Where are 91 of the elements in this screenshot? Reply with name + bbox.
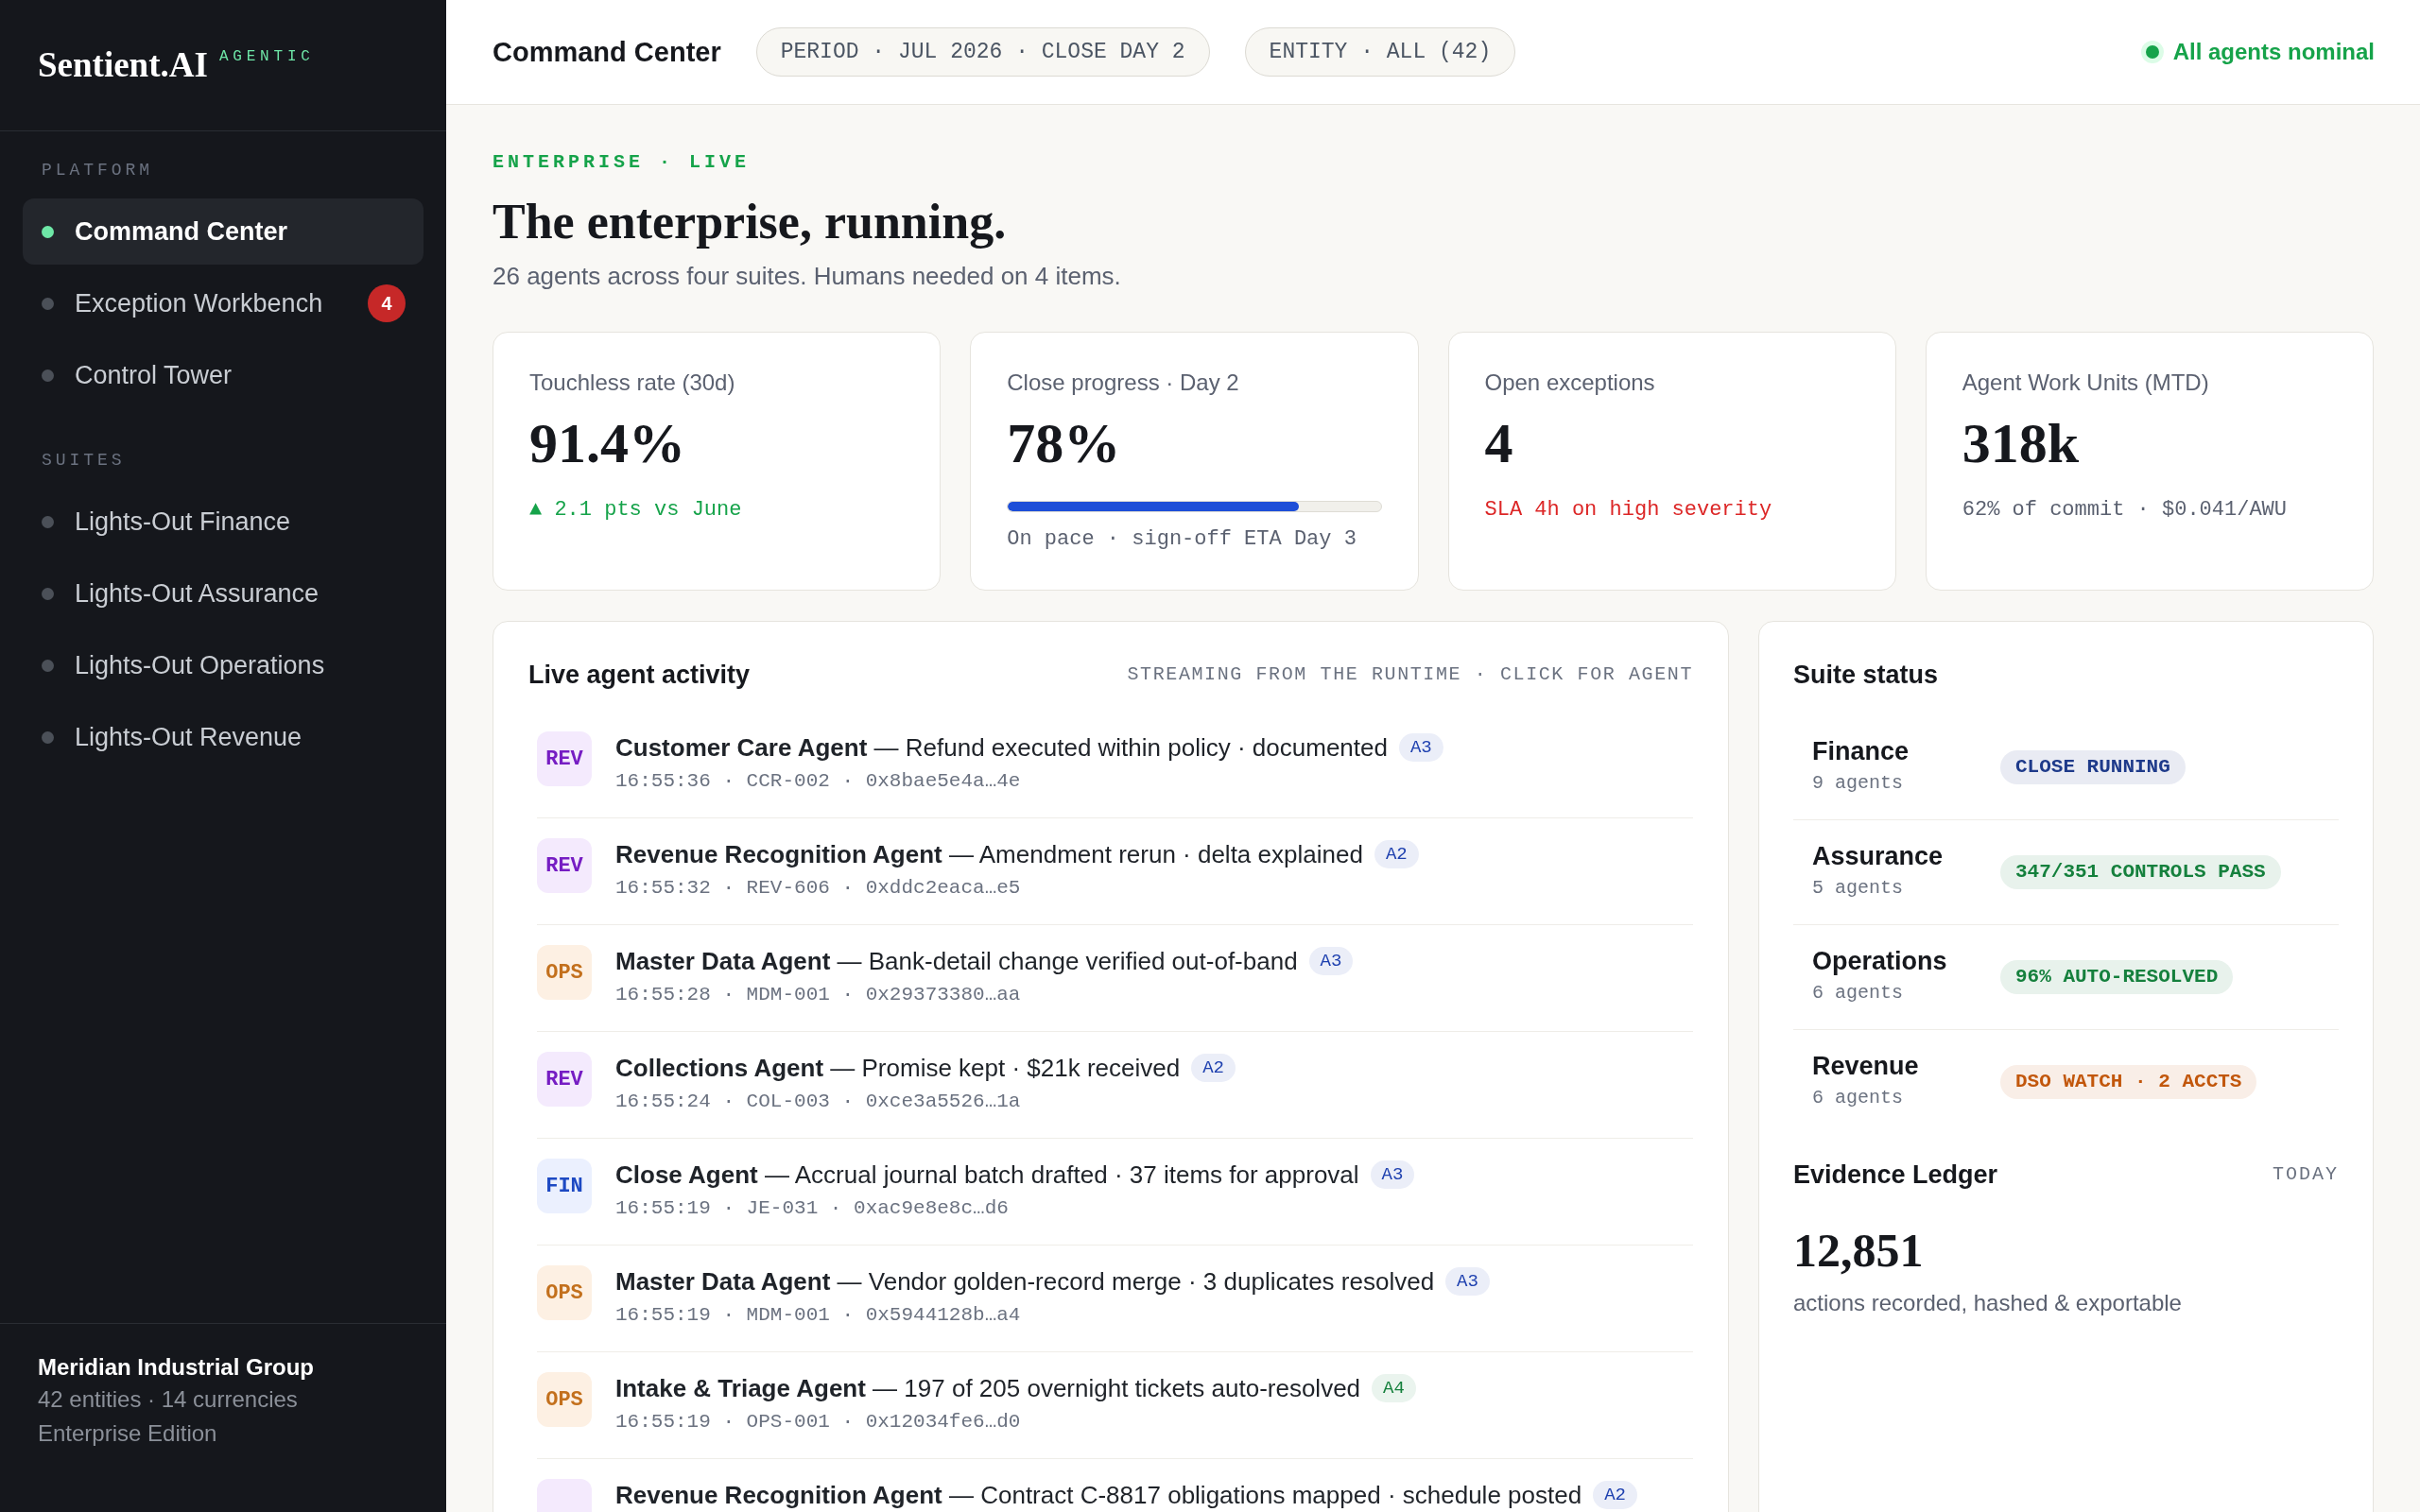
- activity-meta: 16:55:32 · REV-606 · 0xddc2eaca…e5: [615, 876, 1021, 901]
- kpi-label: Agent Work Units (MTD): [1962, 369, 2209, 397]
- activity-text: Master Data Agent — Vendor golden-record merge · 3 duplicates resolved: [615, 1266, 1435, 1297]
- activity-text: Collections Agent — Promise kept · $21k received: [615, 1053, 1181, 1084]
- suite-tag: OPS: [537, 1265, 592, 1320]
- autonomy-badge: A4: [1372, 1374, 1416, 1402]
- ledger-caption: actions recorded, hashed & exportable: [1793, 1289, 2182, 1317]
- nav-item[interactable]: Command Center: [23, 198, 424, 265]
- bullet-dot-icon: [42, 587, 54, 600]
- activity-meta: 16:55:19 · OPS-001 · 0x12034fe6…d0: [615, 1410, 1021, 1435]
- activity-meta: 16:55:36 · CCR-002 · 0x8bae5e4a…4e: [615, 769, 1021, 794]
- status-pill: 347/351 CONTROLS PASS: [2000, 854, 2281, 889]
- kpi-note: 62% of commit · $0.041/AWU: [1962, 497, 2287, 524]
- autonomy-badge: A3: [1398, 733, 1443, 762]
- suite-tag: REV: [537, 731, 592, 786]
- kpi-value: 318k: [1962, 415, 2080, 472]
- kpi-note: ▲ 2.1 pts vs June: [529, 497, 742, 524]
- page-title: Command Center: [493, 36, 721, 69]
- kpi-value: 91.4%: [529, 415, 685, 472]
- activity-meta: 16:55:19 · JE-031 · 0xac9e8e8c…d6: [615, 1196, 1009, 1221]
- kpi-note: SLA 4h on high severity: [1484, 497, 1772, 524]
- activity-text: Intake & Triage Agent — 197 of 205 overnight tickets auto-resolved: [615, 1373, 1361, 1404]
- kpi-note: On pace · sign-off ETA Day 3: [1007, 526, 1357, 553]
- kpi-value: 78%: [1007, 415, 1121, 472]
- agent-count: 6 agents: [1812, 1086, 1903, 1110]
- status-text: All agents nominal: [2172, 38, 2375, 66]
- kpi-label: Close progress · Day 2: [1007, 369, 1239, 397]
- autonomy-badge: A2: [1374, 840, 1419, 868]
- suite-name: Revenue: [1812, 1051, 1919, 1082]
- autonomy-badge: A3: [1308, 947, 1354, 975]
- nav-item[interactable]: Lights-Out Revenue: [23, 704, 424, 770]
- activity-text: Revenue Recognition Agent — Contract C-8817 obligations mapped · schedule posted: [615, 1480, 1582, 1511]
- nav-item[interactable]: Control Tower: [23, 342, 424, 408]
- status-pill: DSO WATCH · 2 ACCTS: [2000, 1064, 2257, 1099]
- org-details: 42 entities · 14 currencies: [38, 1385, 298, 1414]
- activity-text: Master Data Agent — Bank-detail change verified out-of-band: [615, 946, 1298, 977]
- activity-text: Close Agent — Accrual journal batch drafted · 37 items for approval: [615, 1160, 1359, 1191]
- bullet-dot-icon: [42, 730, 54, 744]
- suite-tag: REV: [537, 838, 592, 893]
- ledger-period: TODAY: [2273, 1162, 2339, 1187]
- nav-item[interactable]: Lights-Out Assurance: [23, 560, 424, 627]
- nav-item[interactable]: Exception Workbench 4: [23, 270, 424, 336]
- bullet-dot-icon: [42, 297, 54, 310]
- status-pill: 96% AUTO-RESOLVED: [2000, 959, 2234, 994]
- suite-tag: REV: [537, 1052, 592, 1107]
- activity-meta: 16:55:24 · COL-003 · 0xce3a5526…1a: [615, 1090, 1021, 1114]
- suite-tag: OPS: [537, 1372, 592, 1427]
- brand-name: Sentient.AI: [38, 44, 208, 86]
- kpi-label: Open exceptions: [1484, 369, 1655, 397]
- nav-item[interactable]: Lights-Out Operations: [23, 632, 424, 698]
- filter-chip[interactable]: ENTITY · ALL (42): [1244, 27, 1516, 77]
- nav-item[interactable]: Lights-Out Finance: [23, 489, 424, 555]
- org-edition: Enterprise Edition: [38, 1419, 217, 1448]
- agent-count: 5 agents: [1812, 876, 1903, 901]
- filter-chip[interactable]: PERIOD · JUL 2026 · CLOSE DAY 2: [755, 27, 1210, 77]
- activity-meta: 16:55:28 · MDM-001 · 0x29373380…aa: [615, 983, 1021, 1007]
- status-dot-icon: [2140, 41, 2164, 63]
- bullet-dot-icon: [42, 515, 54, 528]
- autonomy-badge: A3: [1445, 1267, 1490, 1296]
- suite-tag: FIN: [537, 1159, 592, 1213]
- ledger-title: Evidence Ledger: [1793, 1160, 1998, 1191]
- panel-title: Suite status: [1793, 660, 1939, 691]
- suite-tag: OPS: [537, 945, 592, 1000]
- bullet-dot-icon: [42, 369, 54, 382]
- panel-caption: STREAMING FROM THE RUNTIME · CLICK FOR AGENT: [1127, 662, 1693, 687]
- kpi-label: Touchless rate (30d): [529, 369, 735, 397]
- bullet-dot-icon: [42, 659, 54, 672]
- panel-title: Live agent activity: [528, 660, 751, 691]
- autonomy-badge: A3: [1370, 1160, 1415, 1189]
- bullet-dot-icon: [42, 225, 54, 238]
- kpi-value: 4: [1484, 415, 1513, 472]
- suite-name: Finance: [1812, 736, 1910, 767]
- page-heading: The enterprise, running.: [493, 194, 1007, 250]
- count-badge: 4: [368, 284, 406, 322]
- section-heading: PLATFORM: [41, 160, 155, 181]
- org-name: Meridian Industrial Group: [38, 1353, 315, 1382]
- autonomy-badge: A2: [1593, 1481, 1637, 1509]
- ledger-value: 12,851: [1793, 1223, 1924, 1279]
- status-pill: CLOSE RUNNING: [2000, 749, 2186, 784]
- eyebrow-label: ENTERPRISE · LIVE: [493, 151, 751, 174]
- agent-count: 9 agents: [1812, 771, 1903, 796]
- suite-name: Assurance: [1812, 841, 1944, 872]
- agent-count: 6 agents: [1812, 981, 1903, 1005]
- suite-name: Operations: [1812, 946, 1947, 977]
- activity-text: Customer Care Agent — Refund executed within policy · documented: [615, 732, 1388, 764]
- autonomy-badge: A2: [1191, 1054, 1236, 1082]
- page-subtitle: 26 agents across four suites. Humans needed on 4 items.: [493, 261, 1121, 292]
- activity-text: Revenue Recognition Agent — Amendment rerun · delta explained: [615, 839, 1363, 870]
- section-heading: SUITES: [41, 450, 127, 472]
- activity-meta: 16:55:19 · MDM-001 · 0x5944128b…a4: [615, 1303, 1021, 1328]
- brand-tag: AGENTIC: [218, 47, 315, 66]
